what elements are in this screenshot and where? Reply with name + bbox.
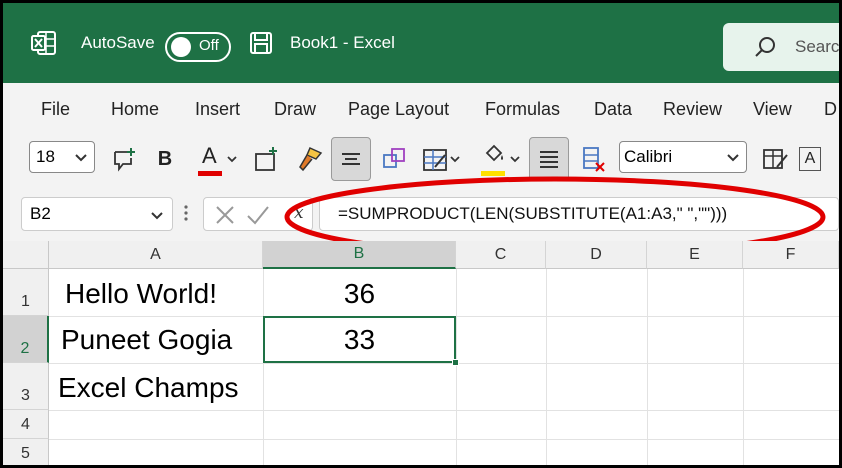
tab-view[interactable]: View	[753, 99, 792, 120]
cancel-icon[interactable]	[214, 204, 236, 231]
enter-icon[interactable]	[246, 204, 270, 231]
gridline	[456, 269, 457, 465]
insert-cells-icon[interactable]	[251, 137, 281, 181]
format-table-icon	[423, 149, 447, 171]
more-vertical-icon[interactable]	[183, 203, 189, 223]
chevron-down-icon	[450, 156, 460, 163]
name-box-value: B2	[30, 204, 51, 223]
font-size-select[interactable]: 18	[29, 141, 95, 173]
title-bar: AutoSave Off Book1 - Excel Searc	[3, 3, 839, 83]
tab-home[interactable]: Home	[111, 99, 159, 120]
save-icon[interactable]	[249, 3, 273, 83]
tab-review[interactable]: Review	[663, 99, 722, 120]
cell-a3[interactable]: Excel Champs	[58, 367, 239, 409]
cell-styles-icon[interactable]	[759, 137, 791, 181]
row-header-1[interactable]: 1	[3, 269, 49, 316]
formula-text: =SUMPRODUCT(LEN(SUBSTITUTE(A1:A3," ","")…	[338, 204, 728, 223]
column-header-b[interactable]: B	[263, 241, 456, 269]
row-header-2[interactable]: 2	[3, 316, 49, 363]
bold-button[interactable]: B	[151, 137, 179, 181]
document-title: Book1 - Excel	[290, 33, 395, 52]
chevron-down-icon	[227, 156, 237, 163]
tab-insert[interactable]: Insert	[195, 99, 240, 120]
formula-buttons: x	[203, 197, 313, 231]
excel-logo-icon	[31, 3, 59, 83]
cell-b1[interactable]: 36	[263, 273, 456, 315]
format-painter-icon[interactable]	[295, 137, 325, 181]
cell-a1[interactable]: Hello World!	[65, 273, 217, 315]
search-placeholder: Searc	[795, 37, 840, 56]
gridline	[647, 269, 648, 465]
font-color-letter: A	[202, 143, 217, 168]
format-table-button[interactable]	[417, 137, 465, 181]
delete-cells-icon[interactable]	[577, 137, 609, 181]
column-header-a[interactable]: A	[49, 241, 263, 269]
worksheet-grid: A B C D E F 1 2 3 4 5 Hello World! 36 Pu…	[3, 241, 839, 465]
fill-color-button[interactable]	[477, 137, 523, 181]
align-center-icon	[342, 153, 360, 165]
chevron-down-icon	[726, 148, 740, 171]
name-box[interactable]: B2	[21, 197, 173, 231]
ribbon-tabs: File Home Insert Draw Page Layout Formul…	[3, 83, 839, 133]
column-header-c[interactable]: C	[456, 241, 546, 269]
row-header-3[interactable]: 3	[3, 363, 49, 410]
new-comment-icon[interactable]	[109, 137, 139, 181]
autosave-state: Off	[199, 37, 219, 54]
cell-a2[interactable]: Puneet Gogia	[61, 319, 232, 361]
formula-input[interactable]: =SUMPRODUCT(LEN(SUBSTITUTE(A1:A3," ","")…	[319, 197, 839, 231]
column-header-d[interactable]: D	[546, 241, 647, 269]
gridline	[49, 363, 839, 364]
column-header-f[interactable]: F	[743, 241, 839, 269]
font-color-button[interactable]: A	[195, 137, 239, 181]
insert-function-icon[interactable]: x	[294, 203, 304, 223]
align-justify-icon	[540, 151, 558, 168]
row-header-4[interactable]: 4	[3, 410, 49, 439]
tab-draw[interactable]: Draw	[274, 99, 316, 120]
text-style-button[interactable]: A	[797, 137, 823, 181]
tab-overflow[interactable]: D	[824, 99, 837, 120]
chevron-down-icon	[150, 206, 164, 229]
ribbon-toolbar: 18 B A Calibri A	[3, 133, 839, 185]
font-size-value: 18	[36, 147, 55, 166]
formula-bar: B2 x =SUMPRODUCT(LEN(SUBSTITUTE(A1:A3," …	[3, 185, 839, 241]
align-justify-button[interactable]	[529, 137, 569, 181]
gridline	[49, 439, 839, 440]
search-icon	[755, 36, 777, 63]
row-header-5[interactable]: 5	[3, 439, 49, 465]
gridline	[743, 269, 744, 465]
text-style-label: A	[799, 147, 821, 171]
gridline	[49, 410, 839, 411]
fill-handle[interactable]	[452, 359, 459, 366]
gridline	[546, 269, 547, 465]
chevron-down-icon	[74, 148, 88, 171]
tab-data[interactable]: Data	[594, 99, 632, 120]
select-all-corner[interactable]	[3, 241, 49, 269]
chevron-down-icon	[510, 156, 520, 163]
tab-page-layout[interactable]: Page Layout	[348, 99, 449, 120]
tab-formulas[interactable]: Formulas	[485, 99, 560, 120]
tab-file[interactable]: File	[41, 99, 70, 120]
autosave-toggle[interactable]: Off	[165, 32, 231, 62]
autosave-label: AutoSave	[81, 33, 155, 52]
fill-color-icon	[479, 141, 509, 177]
font-name-select[interactable]: Calibri	[619, 141, 747, 173]
font-color-icon: A	[196, 141, 226, 177]
font-name-value: Calibri	[624, 147, 673, 166]
selected-cell-border	[263, 316, 459, 366]
insert-object-icon[interactable]	[379, 137, 409, 181]
search-box[interactable]: Searc	[723, 23, 840, 71]
align-center-button[interactable]	[331, 137, 371, 181]
excel-window: AutoSave Off Book1 - Excel Searc File Ho…	[0, 0, 842, 468]
column-header-e[interactable]: E	[647, 241, 743, 269]
toggle-knob	[171, 37, 191, 57]
